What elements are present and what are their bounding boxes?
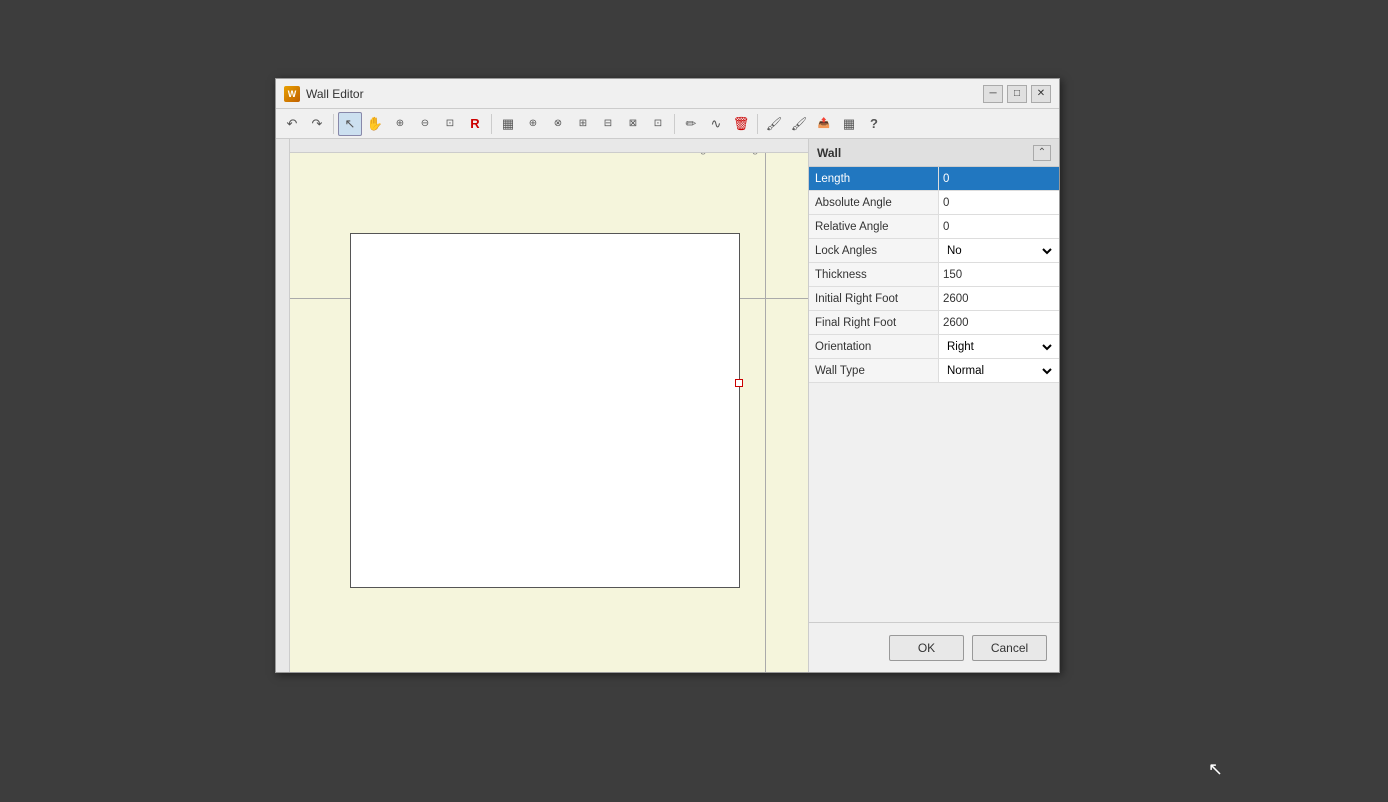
table-button[interactable]: ▦ [837, 112, 861, 136]
help-button[interactable]: ? [862, 112, 886, 136]
redo-button[interactable]: ↷ [305, 112, 329, 136]
separator-3 [674, 114, 675, 134]
zoom-fit-button[interactable]: ⊡ [438, 112, 462, 136]
panel-header: Wall ⌃ [809, 139, 1059, 167]
prop-row-lock-angles: Lock Angles No Yes [809, 239, 1059, 263]
delete-button[interactable]: 🗑 [729, 112, 753, 136]
snap-button[interactable]: ⊕ [521, 112, 545, 136]
window-title: Wall Editor [306, 87, 364, 101]
prop-label-lock-angles: Lock Angles [809, 239, 939, 262]
prop-value-final-right-foot[interactable]: 2600 [939, 311, 1059, 334]
title-bar: W Wall Editor ─ □ ✕ [276, 79, 1059, 109]
wall-editor-window: W Wall Editor ─ □ ✕ ↶ ↷ ↖ ✋ ⊕ ⊖ ⊡ R ▦ ⊕ … [275, 78, 1060, 673]
tool-button-2[interactable]: ⊡ [646, 112, 670, 136]
window-icon: W [284, 86, 300, 102]
separator-2 [491, 114, 492, 134]
prop-value-lock-angles[interactable]: No Yes [939, 239, 1059, 262]
prop-label-wall-type: Wall Type [809, 359, 939, 382]
ruler-left [276, 139, 290, 672]
ok-button[interactable]: OK [889, 635, 964, 661]
prop-value-wall-type[interactable]: Normal Curved Partition [939, 359, 1059, 382]
prop-label-thickness: Thickness [809, 263, 939, 286]
prop-value-absolute-angle[interactable]: 0 [939, 191, 1059, 214]
canvas-area[interactable]: Click and drag to add a guide line [276, 139, 809, 672]
footer-area: OK Cancel [809, 622, 1059, 672]
prop-label-absolute-angle: Absolute Angle [809, 191, 939, 214]
align-v-button[interactable]: ⊠ [621, 112, 645, 136]
export-button[interactable]: 📤 [812, 112, 836, 136]
separator-1 [333, 114, 334, 134]
paint-button[interactable]: 🖌 [762, 112, 786, 136]
prop-row-relative-angle: Relative Angle 0 [809, 215, 1059, 239]
draw-button[interactable]: ✏ [679, 112, 703, 136]
select-button[interactable]: ↖ [338, 112, 362, 136]
undo-button[interactable]: ↶ [280, 112, 304, 136]
align-h-button[interactable]: ⊟ [596, 112, 620, 136]
prop-row-absolute-angle: Absolute Angle 0 [809, 191, 1059, 215]
lock-angles-select[interactable]: No Yes [943, 241, 1055, 261]
prop-value-thickness[interactable]: 150 [939, 263, 1059, 286]
main-area: Click and drag to add a guide line Wall … [276, 139, 1059, 672]
prop-row-initial-right-foot: Initial Right Foot 2600 [809, 287, 1059, 311]
prop-label-orientation: Orientation [809, 335, 939, 358]
mouse-cursor: ↖ [1208, 759, 1223, 780]
collapse-button[interactable]: ⌃ [1033, 145, 1051, 161]
panel-title: Wall [817, 146, 841, 160]
prop-row-orientation: Orientation Right Left [809, 335, 1059, 359]
title-bar-left: W Wall Editor [284, 86, 364, 102]
properties-table: Length 0 Absolute Angle 0 Relative Angle… [809, 167, 1059, 622]
wall-rectangle[interactable] [350, 233, 740, 588]
ruler-top [276, 139, 808, 153]
prop-value-initial-right-foot[interactable]: 2600 [939, 287, 1059, 310]
prop-value-length[interactable]: 0 [939, 167, 1059, 190]
prop-label-initial-right-foot: Initial Right Foot [809, 287, 939, 310]
reset-button[interactable]: R [463, 112, 487, 136]
prop-value-relative-angle[interactable]: 0 [939, 215, 1059, 238]
title-bar-controls: ─ □ ✕ [983, 85, 1051, 103]
zoom-out-button[interactable]: ⊖ [413, 112, 437, 136]
properties-panel: Wall ⌃ Length 0 Absolute Angle 0 Relativ… [809, 139, 1059, 672]
prop-label-relative-angle: Relative Angle [809, 215, 939, 238]
prop-row-final-right-foot: Final Right Foot 2600 [809, 311, 1059, 335]
grid-button[interactable]: ▦ [496, 112, 520, 136]
curve-button[interactable]: ∿ [704, 112, 728, 136]
separator-4 [757, 114, 758, 134]
prop-value-orientation[interactable]: Right Left [939, 335, 1059, 358]
cancel-button[interactable]: Cancel [972, 635, 1047, 661]
canvas-content[interactable] [290, 153, 808, 672]
minimize-button[interactable]: ─ [983, 85, 1003, 103]
tool-button-1[interactable]: ⊞ [571, 112, 595, 136]
hand-button[interactable]: ✋ [363, 112, 387, 136]
prop-row-wall-type: Wall Type Normal Curved Partition [809, 359, 1059, 383]
snap2-button[interactable]: ⊗ [546, 112, 570, 136]
prop-row-length: Length 0 [809, 167, 1059, 191]
wall-type-select[interactable]: Normal Curved Partition [943, 361, 1055, 381]
toolbar: ↶ ↷ ↖ ✋ ⊕ ⊖ ⊡ R ▦ ⊕ ⊗ ⊞ ⊟ ⊠ ⊡ ✏ ∿ 🗑 🖌 🖌 … [276, 109, 1059, 139]
crosshair-vertical [765, 153, 766, 672]
orientation-select[interactable]: Right Left [943, 337, 1055, 357]
paint2-button[interactable]: 🖌 [787, 112, 811, 136]
wall-handle[interactable] [735, 379, 743, 387]
prop-label-final-right-foot: Final Right Foot [809, 311, 939, 334]
prop-row-thickness: Thickness 150 [809, 263, 1059, 287]
prop-label-length: Length [809, 167, 939, 190]
zoom-in-button[interactable]: ⊕ [388, 112, 412, 136]
maximize-button[interactable]: □ [1007, 85, 1027, 103]
close-button[interactable]: ✕ [1031, 85, 1051, 103]
